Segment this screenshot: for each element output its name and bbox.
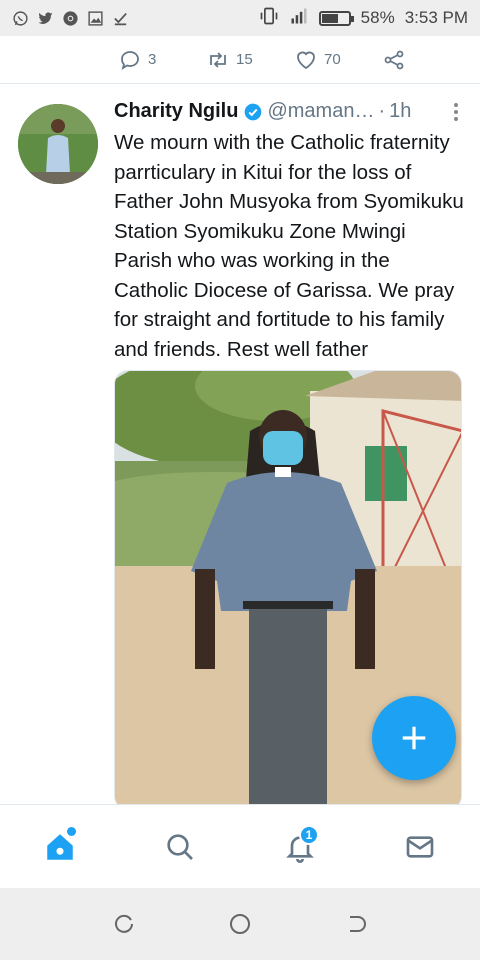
signal-icon — [289, 6, 309, 31]
download-done-icon — [112, 10, 129, 27]
tweet-text: We mourn with the Catholic fraternity pa… — [114, 131, 464, 361]
heart-icon — [297, 51, 315, 69]
more-options-icon[interactable] — [448, 102, 464, 122]
previous-tweet-actions: 3 15 70 — [0, 36, 480, 84]
home-button-icon[interactable] — [228, 912, 252, 936]
tweet-time: 1h — [389, 100, 412, 122]
gallery-icon — [87, 10, 104, 27]
reply-count: 3 — [148, 51, 157, 68]
search-icon — [167, 833, 193, 860]
nav-search[interactable] — [150, 817, 210, 877]
mail-icon — [406, 835, 434, 858]
clock: 3:53 PM — [404, 8, 468, 27]
author-name[interactable]: Charity Ngilu — [114, 100, 238, 123]
author-handle[interactable]: @maman… — [267, 100, 374, 123]
share-icon — [384, 50, 404, 69]
share-button[interactable] — [382, 48, 470, 72]
nav-home[interactable] — [30, 817, 90, 877]
avatar[interactable] — [18, 104, 98, 184]
compose-tweet-button[interactable] — [372, 696, 456, 780]
home-new-dot — [67, 826, 76, 836]
nav-notifications[interactable]: 1 — [270, 817, 330, 877]
reply-icon — [121, 50, 139, 70]
retweet-icon — [210, 51, 226, 68]
notification-badge: 1 — [299, 824, 319, 845]
retweet-button[interactable]: 15 — [206, 48, 294, 72]
back-icon[interactable] — [344, 912, 368, 936]
battery-percent: 58% — [360, 8, 395, 27]
battery-icon — [318, 10, 354, 26]
like-count: 70 — [324, 51, 341, 68]
notification-icons — [12, 10, 129, 27]
twitter-icon — [37, 10, 54, 27]
vibrate-icon — [259, 6, 279, 31]
time-separator: · — [378, 100, 386, 122]
android-nav-bar — [0, 888, 480, 960]
recent-apps-icon[interactable] — [112, 912, 136, 936]
plus-icon — [402, 726, 426, 750]
tweet-header: Charity Ngilu @maman… · 1h — [114, 100, 464, 123]
retweet-count: 15 — [236, 51, 253, 68]
like-button[interactable]: 70 — [294, 48, 382, 72]
status-bar: 58% 3:53 PM — [0, 0, 480, 36]
battery-fill — [321, 13, 338, 23]
reply-button[interactable]: 3 — [118, 48, 206, 72]
whatsapp-icon — [12, 10, 29, 27]
chrome-icon — [62, 10, 79, 27]
nav-messages[interactable] — [390, 817, 450, 877]
verified-badge-icon — [245, 103, 262, 120]
system-status: 58% 3:53 PM — [259, 6, 468, 31]
bottom-nav: 1 — [0, 804, 480, 888]
